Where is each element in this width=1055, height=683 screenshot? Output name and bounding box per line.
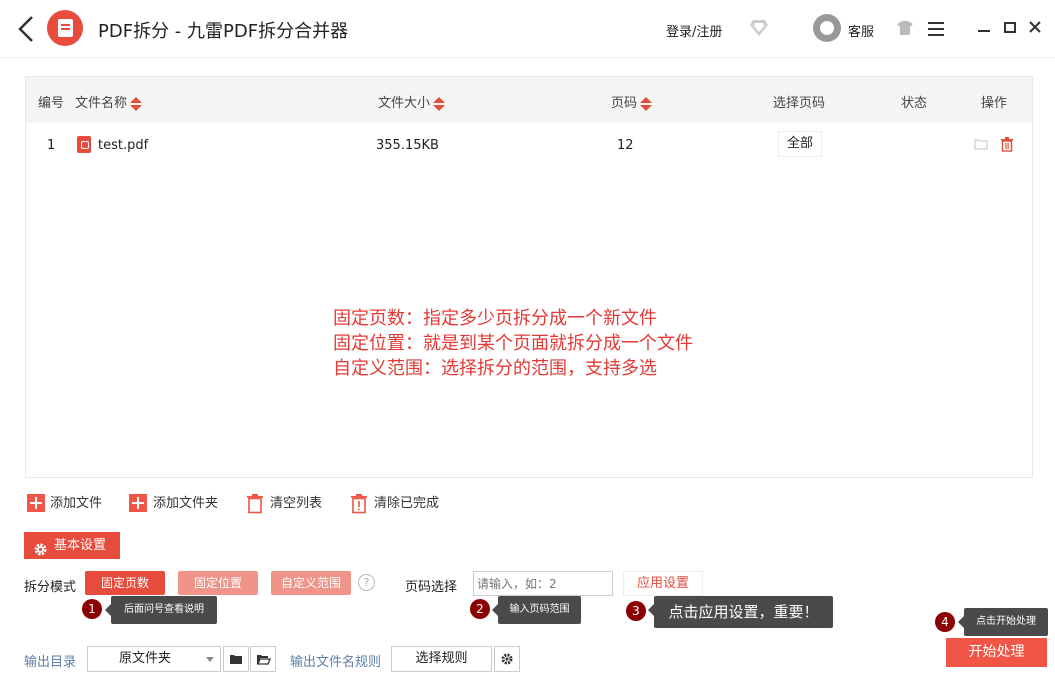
open-folder-icon: [251, 655, 275, 675]
add-file-button[interactable]: 添加文件: [27, 493, 107, 515]
col-index: 编号: [38, 96, 65, 111]
page-select-label: 页码选择: [405, 580, 458, 595]
output-name-rule-label: 输出文件名规则: [290, 655, 382, 670]
tip-number: 4: [935, 612, 955, 632]
output-dir-label: 输出目录: [24, 655, 77, 670]
sort-icon[interactable]: [433, 96, 446, 111]
tip-number: 1: [82, 599, 102, 619]
gear-icon: [34, 539, 47, 566]
row-page-count: 12: [617, 138, 634, 153]
output-dir-select[interactable]: 原文件夹: [87, 646, 221, 672]
start-processing-button[interactable]: 开始处理: [946, 638, 1047, 667]
row-file-name: test.pdf: [98, 138, 149, 153]
col-size[interactable]: 文件大小: [378, 92, 446, 111]
diamond-icon[interactable]: [749, 19, 769, 41]
open-folder-icon[interactable]: [974, 138, 988, 154]
add-file-label: 添加文件: [50, 496, 103, 511]
row-page-select[interactable]: 全部: [778, 131, 822, 157]
col-actions: 操作: [981, 96, 1008, 111]
note-line: 固定页数：指定多少页拆分成一个新文件: [333, 308, 657, 329]
trash-alert-icon: [350, 494, 368, 522]
col-name[interactable]: 文件名称: [75, 92, 143, 111]
table-header: 编号 文件名称 文件大小 页码 选择页码 状态 操作: [26, 77, 1032, 123]
col-pages[interactable]: 页码: [611, 92, 653, 111]
headset-avatar[interactable]: [813, 14, 841, 42]
skin-icon[interactable]: [896, 20, 914, 40]
add-icon: [27, 494, 45, 520]
chevron-down-icon: [206, 657, 214, 662]
clear-list-label: 清空列表: [270, 496, 323, 511]
mode-notes: 固定页数：指定多少页拆分成一个新文件 固定位置：就是到某个页面就拆分成一个文件 …: [333, 306, 693, 381]
back-icon[interactable]: [14, 14, 38, 44]
tip-number: 2: [470, 599, 490, 619]
mode-fixed-position-button[interactable]: 固定位置: [178, 571, 258, 595]
menu-icon[interactable]: [928, 21, 946, 40]
row-file-size: 355.15KB: [376, 138, 439, 153]
delete-icon[interactable]: [1000, 137, 1014, 156]
app-title: PDF拆分 - 九雷PDF拆分合并器: [98, 21, 349, 42]
tip-start: 点击开始处理: [958, 608, 1048, 636]
maximize-icon[interactable]: [1003, 19, 1017, 38]
note-line: 固定位置：就是到某个页面就拆分成一个文件: [333, 333, 693, 354]
mode-custom-range-button[interactable]: 自定义范围: [271, 571, 351, 595]
app-logo: [47, 10, 83, 46]
table-row[interactable]: 1 test.pdf 355.15KB 12 全部: [26, 123, 1032, 167]
tip-number: 3: [626, 601, 646, 621]
split-mode-label: 拆分模式: [24, 580, 77, 595]
clear-list-button[interactable]: 清空列表: [246, 493, 326, 515]
tip-apply: 点击应用设置，重要！: [648, 596, 833, 628]
browse-folder-button[interactable]: [223, 646, 249, 672]
page-range-input[interactable]: [473, 571, 613, 596]
mode-fixed-pages-button[interactable]: 固定页数: [85, 571, 165, 595]
rule-settings-button[interactable]: [494, 646, 520, 672]
tip-page-range: 输入页码范围: [492, 596, 581, 624]
basic-settings-tab[interactable]: 基本设置: [24, 532, 120, 559]
sort-icon[interactable]: [130, 96, 143, 111]
row-index: 1: [47, 138, 56, 153]
add-icon: [129, 494, 147, 520]
note-line: 自定义范围：选择拆分的范围，支持多选: [333, 358, 657, 379]
close-icon[interactable]: [1028, 19, 1042, 38]
clear-done-label: 清除已完成: [374, 496, 440, 511]
col-status: 状态: [901, 96, 928, 111]
add-folder-button[interactable]: 添加文件夹: [129, 493, 227, 515]
col-name-label: 文件名称: [75, 96, 128, 111]
select-rule-button[interactable]: 选择规则: [391, 646, 492, 672]
col-page-select: 选择页码: [773, 96, 826, 111]
minimize-icon[interactable]: [977, 19, 991, 38]
customer-service-label[interactable]: 客服: [848, 21, 874, 40]
sort-icon[interactable]: [640, 96, 653, 111]
gear-icon: [495, 653, 519, 675]
col-pages-label: 页码: [611, 96, 638, 111]
apply-settings-button[interactable]: 应用设置: [623, 571, 703, 596]
pdf-file-icon: [77, 136, 91, 153]
add-folder-label: 添加文件夹: [153, 496, 219, 511]
folder-icon: [224, 655, 248, 675]
open-output-folder-button[interactable]: [250, 646, 276, 672]
app-window: PDF拆分 - 九雷PDF拆分合并器 登录/注册 客服 编号 文件名称 文件大小…: [0, 0, 1055, 683]
trash-icon: [246, 494, 264, 522]
login-link[interactable]: 登录/注册: [666, 21, 722, 40]
title-bar: PDF拆分 - 九雷PDF拆分合并器 登录/注册 客服: [0, 0, 1055, 58]
output-dir-value: 原文件夹: [119, 651, 172, 666]
help-icon[interactable]: ?: [358, 574, 375, 591]
tip-help: 后面问号查看说明: [105, 596, 217, 624]
file-table: 编号 文件名称 文件大小 页码 选择页码 状态 操作 1 test.pdf 35…: [25, 76, 1033, 478]
clear-done-button[interactable]: 清除已完成: [350, 493, 440, 515]
col-size-label: 文件大小: [378, 96, 431, 111]
basic-settings-label: 基本设置: [54, 538, 107, 553]
